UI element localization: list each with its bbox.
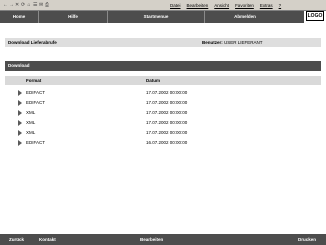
menu-ansicht[interactable]: Ansicht [214, 3, 229, 8]
menu-help[interactable]: ? [279, 3, 282, 8]
menu-extras[interactable]: Extras [260, 3, 273, 8]
row-format[interactable]: EDIFACT [26, 99, 45, 107]
nav-abmelden[interactable]: Abmelden [205, 11, 285, 23]
forward-icon[interactable]: → [9, 2, 14, 8]
home-icon[interactable]: ⌂ [27, 2, 31, 8]
bottom-nav: Zurück Kontakt Bearbeiten Drucken [0, 234, 326, 245]
table-row[interactable]: XML 17.07.2002 00:00:00 [5, 119, 321, 127]
column-datum: Datum [146, 78, 161, 83]
row-date: 17.07.2002 00:00:00 [146, 90, 188, 95]
user-value: USER LIEFERANT [224, 40, 263, 45]
menu-favoriten[interactable]: Favoriten [235, 3, 254, 8]
stop-icon[interactable]: ✕ [15, 2, 19, 8]
menu-datei[interactable]: Datei [170, 3, 181, 8]
menu-bearbeiten[interactable]: Bearbeiten [187, 3, 209, 8]
refresh-icon[interactable]: ⟳ [21, 2, 25, 8]
download-arrow-icon[interactable] [18, 100, 22, 106]
print-icon[interactable]: ⎙ [45, 2, 49, 8]
page-title: Download Lieferabrufe [8, 40, 57, 45]
contact-button[interactable]: Kontakt [39, 234, 56, 245]
section-header: Download [5, 61, 321, 71]
browser-nav-icons: ← → ✕ ⟳ ⌂ ☰ ✉ ⎙ [3, 2, 49, 8]
row-date: 17.07.2002 00:00:00 [146, 120, 188, 125]
table-header: Format Datum [5, 76, 321, 85]
row-format[interactable]: XML [26, 129, 35, 137]
download-arrow-icon[interactable] [18, 130, 22, 136]
info-bar: Download Lieferabrufe Benutzer: USER LIE… [5, 38, 321, 47]
print-button[interactable]: Drucken [298, 234, 316, 245]
row-date: 17.07.2002 00:00:00 [146, 110, 188, 115]
row-format[interactable]: XML [26, 109, 35, 117]
download-arrow-icon[interactable] [18, 90, 22, 96]
user-label: Benutzer: [202, 40, 223, 45]
back-button[interactable]: Zurück [9, 234, 24, 245]
table-row[interactable]: EDIFACT 17.07.2002 00:00:00 [5, 89, 321, 97]
table-row[interactable]: EDIFACT 16.07.2002 00:00:00 [5, 139, 321, 147]
download-arrow-icon[interactable] [18, 140, 22, 146]
mail-icon[interactable]: ✉ [39, 2, 43, 8]
nav-startmenue[interactable]: Startmenue [108, 11, 204, 23]
column-format: Format [26, 78, 42, 83]
logo: LOGO [306, 11, 324, 21]
edit-button[interactable]: Bearbeiten [140, 234, 163, 245]
user-info: Benutzer: USER LIEFERANT [202, 38, 263, 47]
table-row[interactable]: XML 17.07.2002 00:00:00 [5, 129, 321, 137]
history-icon[interactable]: ☰ [33, 2, 37, 8]
row-date: 17.07.2002 00:00:00 [146, 130, 188, 135]
row-format[interactable]: EDIFACT [26, 139, 45, 147]
nav-hilfe[interactable]: Hilfe [39, 11, 107, 23]
nav-home[interactable]: Home [0, 11, 38, 23]
row-date: 16.07.2002 00:00:00 [146, 140, 188, 145]
row-format[interactable]: EDIFACT [26, 89, 45, 97]
browser-menu-bar: Datei Bearbeiten Ansicht Favoriten Extra… [170, 3, 281, 8]
back-icon[interactable]: ← [3, 2, 8, 8]
table-row[interactable]: EDIFACT 17.07.2002 00:00:00 [5, 99, 321, 107]
browser-toolbar: ← → ✕ ⟳ ⌂ ☰ ✉ ⎙ Datei Bearbeiten Ansicht… [0, 0, 326, 11]
download-arrow-icon[interactable] [18, 110, 22, 116]
download-arrow-icon[interactable] [18, 120, 22, 126]
table-row[interactable]: XML 17.07.2002 00:00:00 [5, 109, 321, 117]
row-format[interactable]: XML [26, 119, 35, 127]
top-nav: Home Hilfe Startmenue Abmelden [0, 11, 304, 23]
row-date: 17.07.2002 00:00:00 [146, 100, 188, 105]
